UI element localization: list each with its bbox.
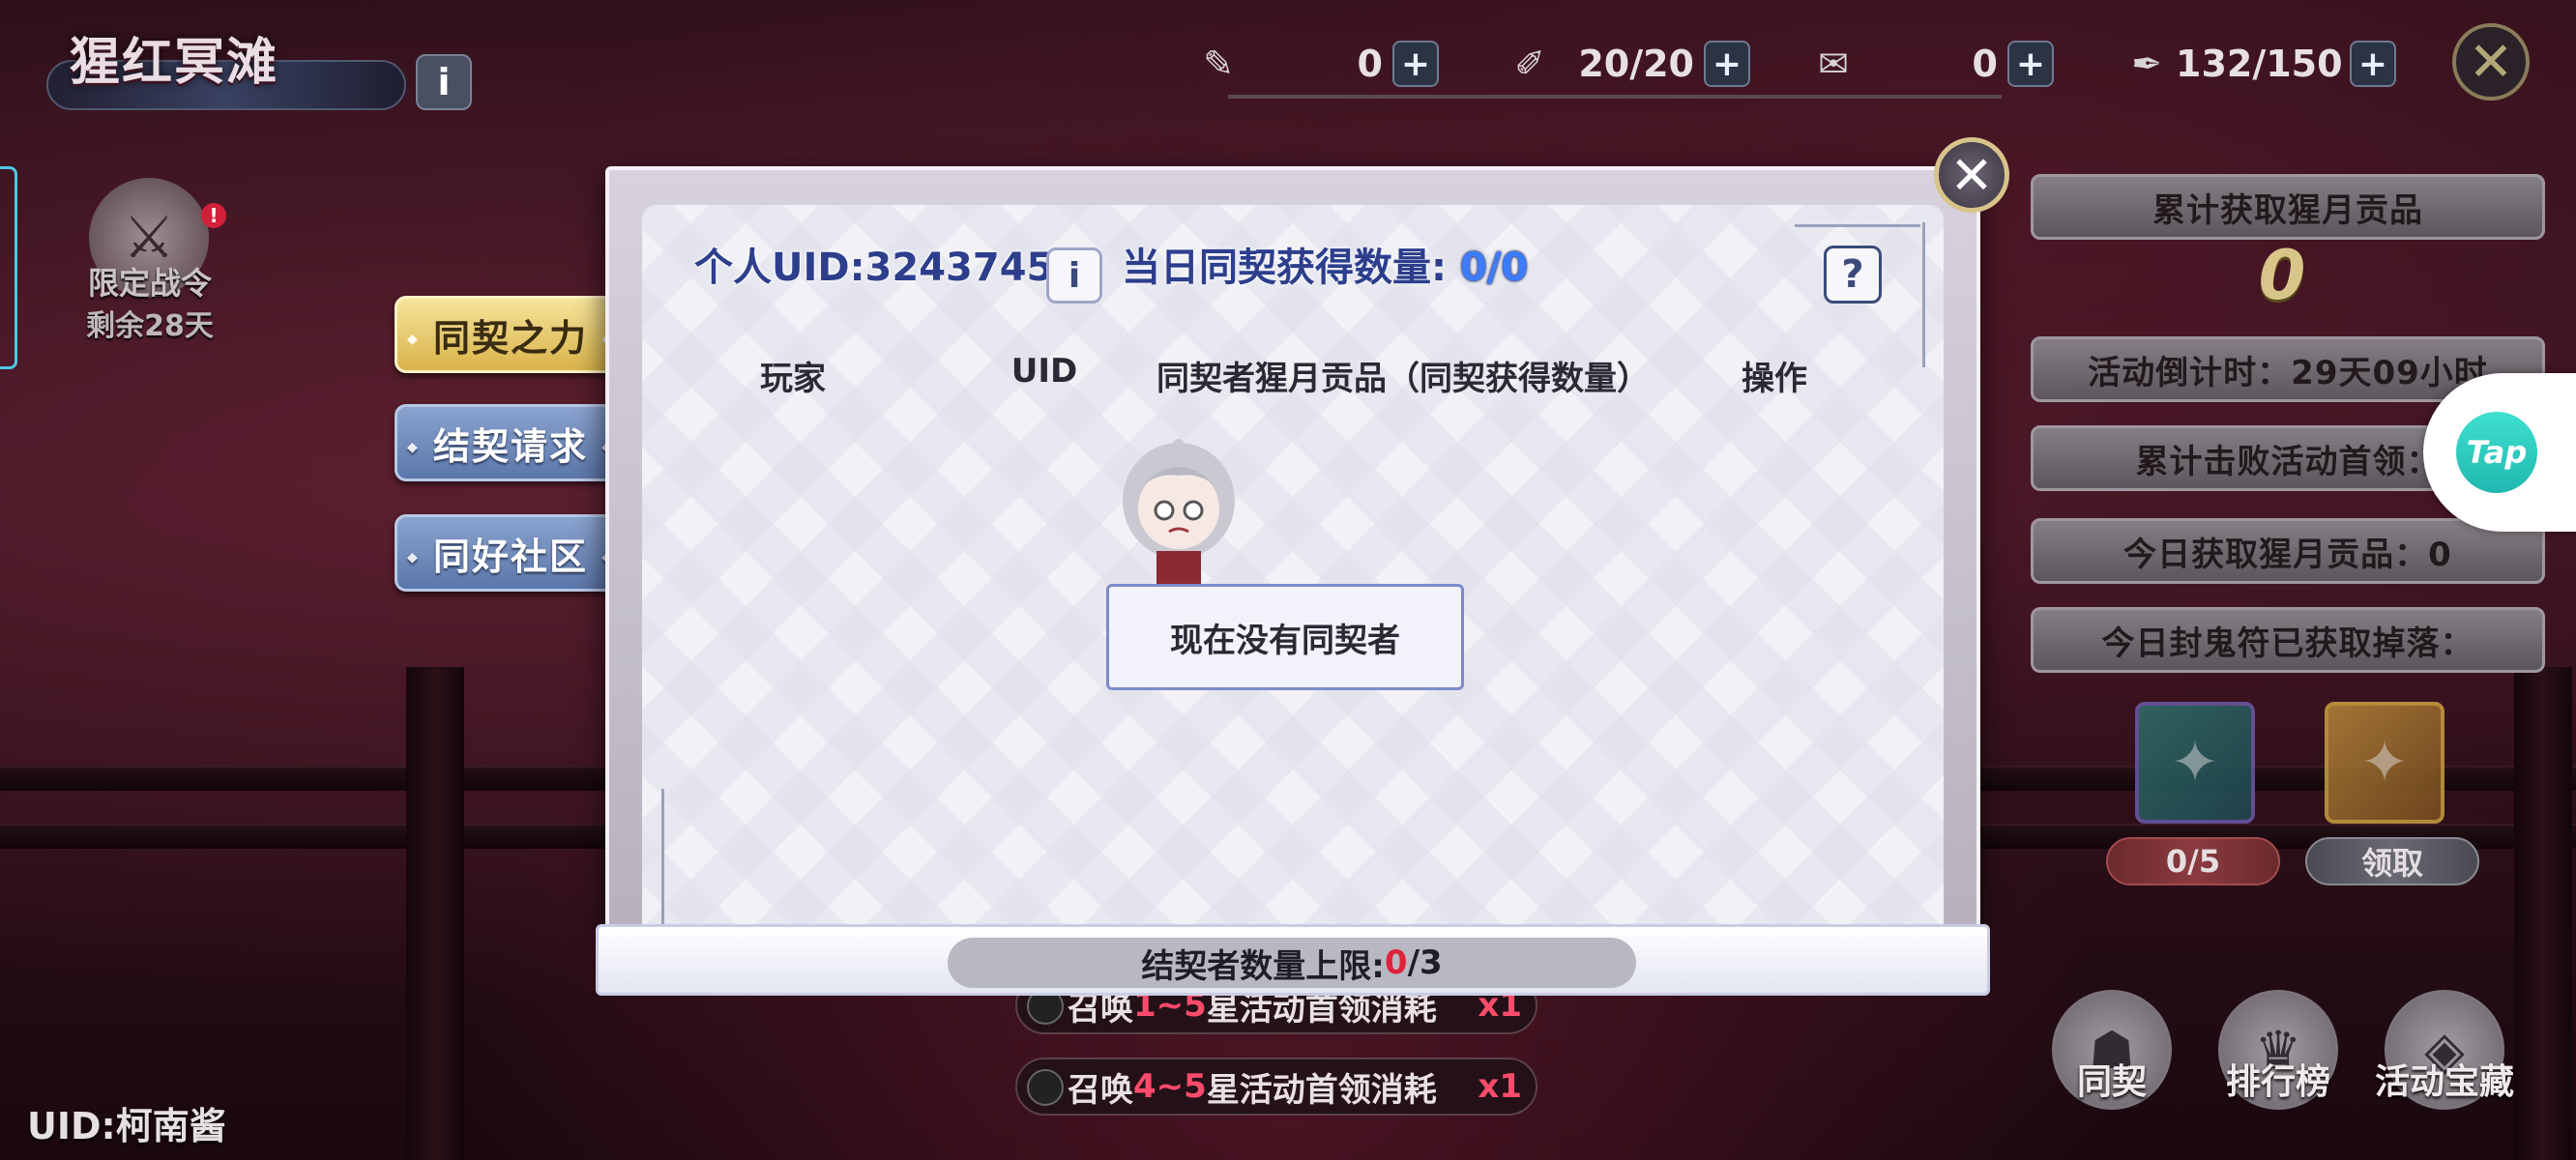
- add-scroll-button[interactable]: +: [2007, 41, 2054, 87]
- column-player: 玩家: [760, 360, 826, 398]
- treasure-label: 活动宝藏: [2374, 1062, 2514, 1102]
- notification-badge: !: [201, 203, 226, 228]
- resource-value: 132/150: [2176, 43, 2343, 85]
- column-action: 操作: [1742, 360, 1807, 398]
- dialog-close-button[interactable]: ✕: [1934, 137, 2009, 213]
- empty-character-illustration: [1123, 439, 1235, 588]
- resource-value: 20/20: [1578, 43, 1694, 85]
- add-feather-button[interactable]: +: [2350, 41, 2396, 87]
- resource-scroll: ✉ 0 +: [1804, 37, 2054, 91]
- decor-line: [661, 789, 664, 924]
- diamond-icon: ◆: [407, 440, 420, 455]
- exit-button[interactable]: ✕: [2452, 23, 2530, 101]
- personal-uid: 个人UID:3243745: [694, 246, 1054, 290]
- dialog-content: [642, 205, 1944, 940]
- event-title: 猩红冥滩: [70, 34, 279, 92]
- resource-feather: ✒ 132/150 +: [2118, 37, 2396, 91]
- decor-line: [1795, 224, 1920, 227]
- total-tribute-title: 累计获取猩月贡品: [2031, 174, 2545, 240]
- diamond-icon: ◆: [407, 550, 420, 566]
- tab-label: 同契之力: [432, 316, 588, 360]
- add-ticket-button[interactable]: +: [1392, 41, 1439, 87]
- daily-value: 0/0: [1459, 246, 1529, 290]
- talisman-card[interactable]: ✦: [2135, 702, 2255, 824]
- resource-stamina: ✐ 20/20 +: [1501, 37, 1750, 91]
- summon-prefix: 召唤: [1068, 1070, 1133, 1110]
- summon-range: 4~5: [1133, 1067, 1207, 1106]
- talisman-icon: ✦: [2170, 729, 2220, 797]
- column-tribute: 同契者猩月贡品（同契获得数量）: [1156, 360, 1650, 398]
- tab-partner-power[interactable]: ◆ 同契之力 ◆: [395, 296, 627, 373]
- limit-max: /3: [1407, 943, 1443, 982]
- feather-icon: ✒: [2131, 43, 2162, 85]
- resource-bar-line: [1228, 95, 2002, 99]
- add-stamina-button[interactable]: +: [1704, 41, 1750, 87]
- help-button[interactable]: ?: [1824, 246, 1882, 304]
- diamond-icon: ◆: [407, 332, 420, 347]
- empty-state-message: 现在没有同契者: [1106, 584, 1464, 690]
- daily-partner-count: 当日同契获得数量: 0/0: [1122, 236, 1528, 292]
- reward-icon: ✦: [2359, 729, 2410, 797]
- partner-limit: 结契者数量上限: 0/3: [948, 938, 1636, 988]
- tab-community[interactable]: ◆ 同好社区 ◆: [395, 514, 627, 592]
- checkbox-icon[interactable]: [1027, 1069, 1064, 1106]
- today-tribute: 今日获取猩月贡品：0: [2031, 518, 2545, 584]
- column-uid: UID: [1010, 352, 1078, 391]
- resource-value: 0: [1972, 43, 1998, 85]
- decor-line: [1922, 222, 1925, 367]
- tab-bond-requests[interactable]: ◆ 结契请求 ◆: [395, 404, 627, 481]
- battle-pass-remaining: 剩余28天: [86, 309, 214, 343]
- dialog-info-button[interactable]: i: [1046, 247, 1102, 304]
- summon-multiplier: x1: [1478, 1067, 1522, 1106]
- battle-pass-label: 限定战令: [87, 265, 212, 302]
- resource-ticket: ✎ 0 +: [1189, 37, 1439, 91]
- total-tribute-value: 0: [2258, 236, 2306, 315]
- talisman-drops: 今日封鬼符已获取掉落：: [2031, 607, 2545, 673]
- card-progress: 0/5: [2106, 837, 2280, 885]
- tab-label: 结契请求: [432, 424, 588, 468]
- limit-label: 结契者数量上限:: [1141, 946, 1385, 986]
- tab-label: 同好社区: [432, 535, 588, 578]
- reward-card[interactable]: ✦: [2325, 702, 2444, 824]
- fence-post: [406, 667, 464, 1160]
- tap-logo[interactable]: Tap: [2456, 412, 2537, 493]
- resource-value: 0: [1357, 43, 1383, 85]
- scroll-icon: ✉: [1818, 43, 1849, 85]
- summon-suffix: 星活动首领消耗: [1206, 1070, 1437, 1110]
- partner-label: 同契: [2076, 1062, 2147, 1102]
- stamina-icon: ✐: [1514, 43, 1545, 85]
- player-uid: UID:柯南酱: [27, 1105, 226, 1147]
- ticket-icon: ✎: [1203, 43, 1234, 85]
- claim-button[interactable]: 领取: [2305, 837, 2479, 885]
- ranking-label: 排行榜: [2225, 1062, 2330, 1102]
- summon-row[interactable]: 召唤 4~5 星活动首领消耗 x1: [1015, 1058, 1537, 1116]
- limit-current: 0: [1384, 943, 1408, 982]
- daily-label: 当日同契获得数量:: [1122, 246, 1447, 290]
- left-drawer-handle[interactable]: [0, 166, 17, 369]
- event-info-button[interactable]: i: [416, 54, 472, 110]
